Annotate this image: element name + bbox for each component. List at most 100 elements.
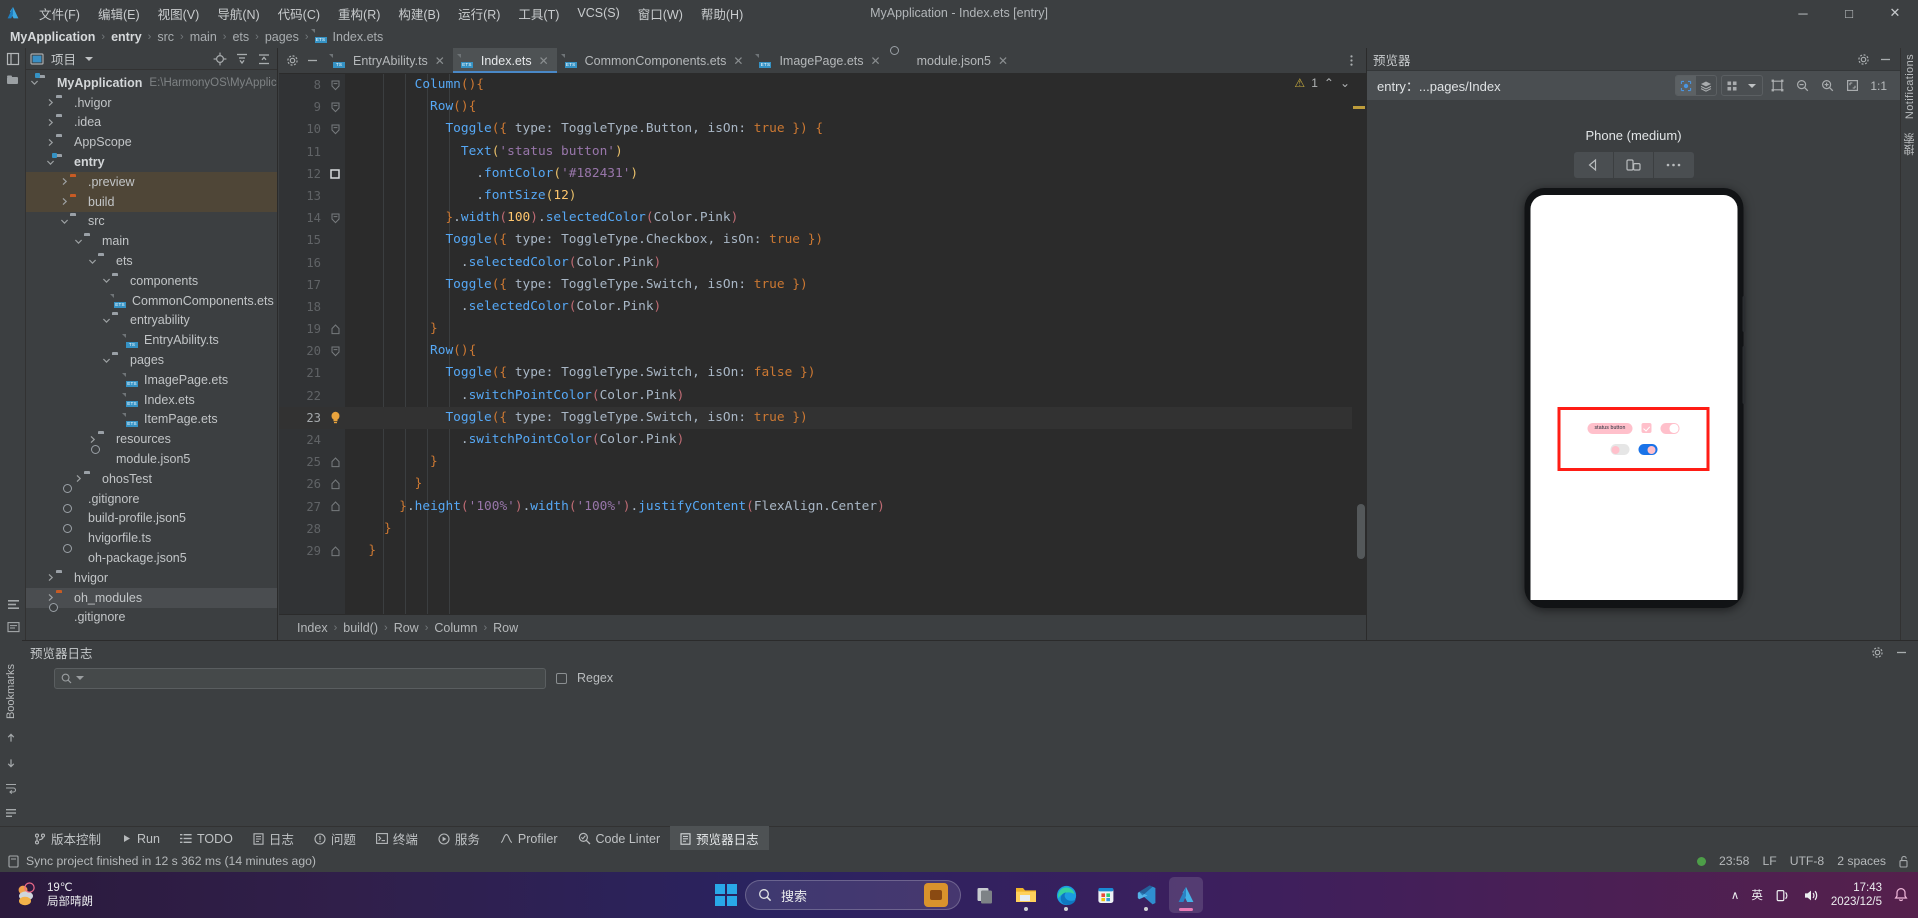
fit-screen-icon[interactable] <box>1842 76 1863 95</box>
chevron-right-icon[interactable] <box>44 118 56 127</box>
status-bar-right[interactable]: 23:58 LF UTF-8 2 spaces <box>1696 854 1910 868</box>
editor-settings-icon[interactable] <box>283 52 301 70</box>
fold-collapse-icon[interactable] <box>325 340 345 362</box>
menu-bar[interactable]: 文件(F) 编辑(E) 视图(V) 导航(N) 代码(C) 重构(R) 构建(B… <box>30 1 752 26</box>
log-search-input[interactable] <box>54 667 546 689</box>
fold-end-icon[interactable] <box>325 473 345 495</box>
tw-run[interactable]: Run <box>111 829 170 849</box>
menu-item-run[interactable]: 运行(R) <box>449 1 509 26</box>
minimize-button[interactable]: ─ <box>1780 0 1826 26</box>
fold-collapse-icon[interactable] <box>325 207 345 229</box>
warning-marker[interactable] <box>1353 106 1365 109</box>
tree-node--preview[interactable]: .preview <box>26 171 277 192</box>
arrow-down-icon[interactable] <box>5 757 17 769</box>
log-output-area[interactable] <box>22 693 1918 833</box>
tree-node-itempage-ets[interactable]: ETS ItemPage.ets <box>26 410 277 430</box>
fold-end-icon[interactable] <box>325 318 345 340</box>
editor-tab-bar[interactable]: TS EntryAbility.ts ✕ ETS Index.ets ✕ ETS Common… <box>279 48 1366 74</box>
tree-node-resources[interactable]: resources <box>26 429 277 449</box>
project-tree[interactable]: MyApplication E:\HarmonyOS\MyApplicatio .h… <box>26 70 277 638</box>
network-icon[interactable] <box>1775 888 1791 903</box>
regex-checkbox[interactable] <box>556 672 567 684</box>
tree-node-appscope[interactable]: AppScope <box>26 132 277 152</box>
expand-icon[interactable] <box>255 50 273 68</box>
tree-node--gitignore[interactable]: .gitignore <box>26 608 277 628</box>
grid-icon[interactable] <box>1722 76 1742 95</box>
notifications-label[interactable]: Notifications <box>1904 54 1916 119</box>
status-time[interactable]: 23:58 <box>1719 854 1750 868</box>
log-scroll-icon[interactable] <box>5 807 17 819</box>
task-view-icon[interactable] <box>969 877 1003 913</box>
close-tab-icon[interactable]: ✕ <box>539 54 549 68</box>
edge-icon[interactable] <box>1049 877 1083 913</box>
code-line[interactable]: 8 Column(){ <box>279 74 1366 96</box>
log-minimize-icon[interactable] <box>1892 643 1910 661</box>
chevron-right-icon[interactable] <box>58 177 70 186</box>
device-screen[interactable]: status button <box>1530 195 1737 600</box>
tree-node-oh-modules[interactable]: oh_modules <box>26 587 277 608</box>
multi-device-icon[interactable] <box>1613 152 1654 178</box>
chevron-right-icon[interactable] <box>72 474 84 483</box>
toggle-checkbox-component[interactable] <box>1641 423 1652 434</box>
tree-node-module-json5[interactable]: module.json5 <box>26 449 277 469</box>
code-line[interactable]: 14 }.width(100).selectedColor(Color.Pink… <box>279 207 1366 229</box>
editor-tab-module-json5[interactable]: module.json5 ✕ <box>889 48 1016 73</box>
fold-collapse-icon[interactable] <box>325 118 345 140</box>
tree-node-pages[interactable]: pages <box>26 350 277 370</box>
code-line[interactable]: 29 } <box>279 540 1366 562</box>
inspector-icon[interactable] <box>1676 76 1697 95</box>
tree-node-oh-package-json5[interactable]: oh-package.json5 <box>26 548 277 568</box>
code-line[interactable]: 10 Toggle({ type: ToggleType.Button, isO… <box>279 118 1366 140</box>
start-button-icon[interactable] <box>715 884 737 906</box>
previewer-minimize-icon[interactable] <box>1876 50 1894 68</box>
tree-node-myapplication[interactable]: MyApplication E:\HarmonyOS\MyApplicatio <box>26 73 277 93</box>
code-line[interactable]: 13 .fontSize(12) <box>279 185 1366 207</box>
chevron-down-icon[interactable] <box>100 356 112 365</box>
editor-crumb-index[interactable]: Index <box>297 621 328 635</box>
system-tray[interactable]: ∧ 英 17:43 2023/12/5 <box>1731 881 1908 909</box>
toggle-switch-component-3[interactable] <box>1638 444 1657 456</box>
indent-label[interactable]: 2 spaces <box>1837 854 1886 868</box>
fold-end-icon[interactable] <box>325 540 345 562</box>
chevron-down-icon[interactable] <box>100 276 112 285</box>
breadcrumb-main[interactable]: main <box>190 30 217 44</box>
tw-terminal[interactable]: 终端 <box>366 826 428 851</box>
file-explorer-icon[interactable] <box>1009 877 1043 913</box>
previewer-mode-toggle[interactable] <box>1675 75 1718 96</box>
tree-node-build[interactable]: build <box>26 191 277 212</box>
chevron-down-icon[interactable] <box>1742 76 1762 95</box>
code-line[interactable]: 26 } <box>279 473 1366 495</box>
breadcrumb-index-ets[interactable]: Index.ets <box>333 30 384 44</box>
more-icon[interactable] <box>1653 152 1694 178</box>
build-variants-icon[interactable] <box>7 598 20 611</box>
locate-icon[interactable] <box>211 50 229 68</box>
log-left-strip[interactable]: Bookmarks <box>0 640 22 840</box>
code-line[interactable]: 20 Row(){ <box>279 340 1366 362</box>
editor-tab-commoncomponents-ets[interactable]: ETS CommonComponents.ets ✕ <box>557 48 752 73</box>
toolwindow-bar[interactable]: 版本控制 Run TODO 日志 问题 终端 服务 Profiler Code … <box>0 826 1918 851</box>
layers-icon[interactable] <box>1696 76 1716 95</box>
close-tab-icon[interactable]: ✕ <box>733 54 743 68</box>
chevron-right-icon[interactable] <box>86 435 98 444</box>
device-controls[interactable] <box>1573 152 1694 178</box>
editor-tab-entryability-ts[interactable]: TS EntryAbility.ts ✕ <box>325 48 453 73</box>
code-line[interactable]: 22 .switchPointColor(Color.Pink) <box>279 385 1366 407</box>
breadcrumb-pages[interactable]: pages <box>265 30 299 44</box>
volume-icon[interactable] <box>1803 888 1819 903</box>
menu-item-view[interactable]: 视图(V) <box>149 1 209 26</box>
menu-item-tools[interactable]: 工具(T) <box>509 1 568 26</box>
code-line[interactable]: 18 .selectedColor(Color.Pink) <box>279 296 1366 318</box>
close-tab-icon[interactable]: ✕ <box>871 54 881 68</box>
editor-crumb-build[interactable]: build() <box>343 621 378 635</box>
zoom-level-label[interactable]: 1:1 <box>1867 79 1890 93</box>
tw-todo[interactable]: TODO <box>170 829 243 849</box>
project-tool-icon[interactable] <box>6 52 20 66</box>
maximize-button[interactable]: □ <box>1826 0 1872 26</box>
frame-icon[interactable] <box>1767 76 1788 95</box>
line-separator-label[interactable]: LF <box>1762 854 1776 868</box>
chevron-right-icon[interactable] <box>44 593 56 602</box>
close-tab-icon[interactable]: ✕ <box>435 54 445 68</box>
chevron-right-icon[interactable] <box>44 573 56 582</box>
chevron-down-icon[interactable] <box>72 237 84 246</box>
encoding-label[interactable]: UTF-8 <box>1790 854 1825 868</box>
